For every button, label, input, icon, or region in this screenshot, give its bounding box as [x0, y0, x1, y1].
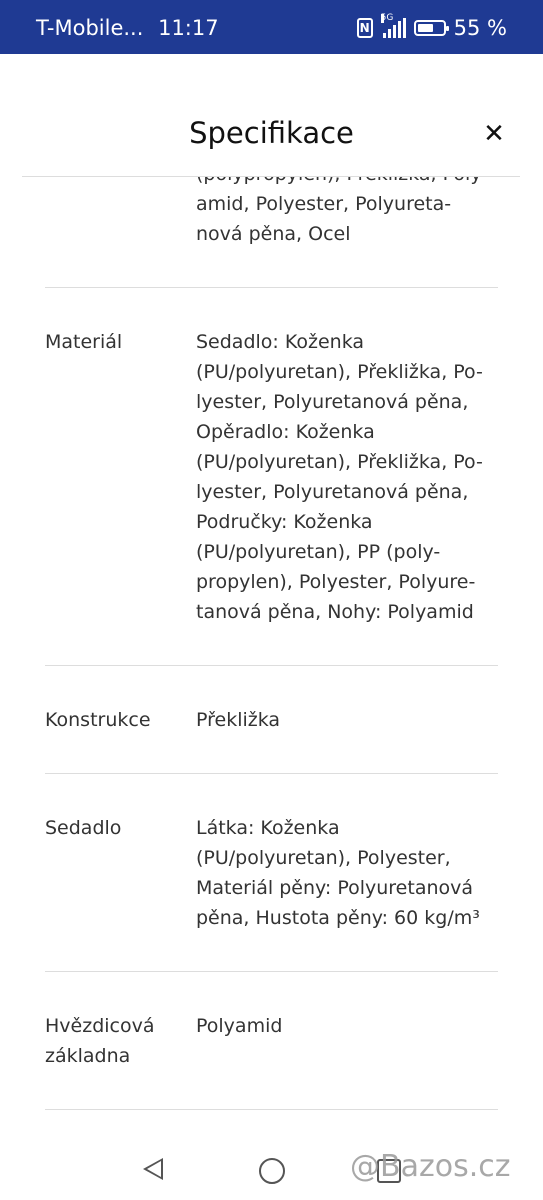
spec-label: Konstrukce: [45, 709, 151, 731]
spec-value: Polyamid: [196, 1015, 283, 1037]
back-icon[interactable]: [143, 1158, 163, 1180]
close-icon[interactable]: ✕: [480, 120, 508, 148]
watermark: @Bazos.cz: [350, 1149, 511, 1184]
home-icon[interactable]: [259, 1158, 285, 1184]
spec-row: Hvězdicová základna Polyamid: [45, 972, 498, 1110]
navigation-bar: @Bazos.cz: [0, 1125, 543, 1200]
spec-value: Sedadlo: Koženka (PU/polyuretan), Překli…: [196, 331, 483, 623]
network-type: 5G: [380, 13, 394, 23]
spec-row: Materiál Sedadlo: Koženka (PU/polyuretan…: [45, 288, 498, 666]
carrier-name: T-Mobile...: [36, 16, 144, 40]
spec-row: Sedadlo Látka: Koženka (PU/polyuretan), …: [45, 774, 498, 972]
clock: 11:17: [158, 16, 219, 40]
spec-label: Hvězdicová základna: [45, 1015, 155, 1067]
spec-value: Překližka: [196, 709, 281, 731]
nfc-icon: N: [356, 18, 373, 38]
spec-label: Materiál: [45, 331, 123, 353]
signal-icon: 5G: [380, 14, 406, 38]
spec-label: [45, 177, 196, 249]
status-bar: T-Mobile... 11:17 N 5G 55 %: [0, 0, 543, 54]
battery-icon: [413, 20, 449, 36]
spec-row: Konstrukce Překližka: [45, 666, 498, 774]
spec-value: (polypropylen), Překližka, Poly- amid, P…: [196, 177, 488, 245]
spec-scroll-area[interactable]: (polypropylen), Překližka, Poly- amid, P…: [0, 177, 543, 1125]
spec-row: (polypropylen), Překližka, Poly- amid, P…: [45, 177, 498, 288]
battery-level: 55 %: [453, 16, 507, 40]
header: Specifikace ✕: [0, 54, 543, 176]
spec-value: Látka: Koženka (PU/polyuretan), Polyeste…: [196, 817, 480, 929]
spec-label: Sedadlo: [45, 817, 122, 839]
spec-list: (polypropylen), Překližka, Poly- amid, P…: [45, 177, 498, 1110]
page-title: Specifikace: [189, 116, 354, 150]
